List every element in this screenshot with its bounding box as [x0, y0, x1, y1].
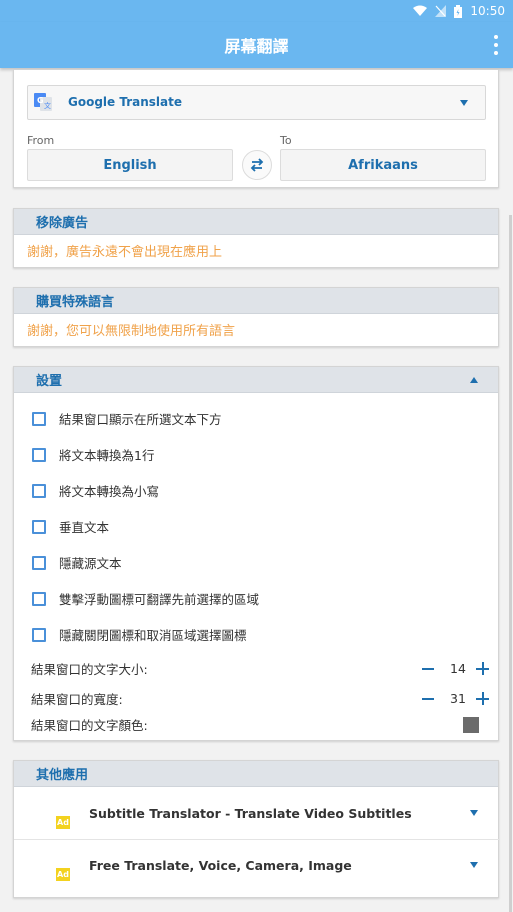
svg-text:G: G	[37, 96, 44, 105]
chevron-down-icon[interactable]	[470, 810, 478, 816]
from-label: From	[27, 134, 55, 147]
status-time: 10:50	[470, 4, 505, 18]
svg-text:文: 文	[44, 101, 51, 110]
remove-ads-title: 移除廣告	[36, 216, 89, 231]
remove-ads-card: 移除廣告 謝謝，廣告永遠不會出現在應用上	[13, 208, 499, 268]
other-apps-card: 其他應用 Ad Subtitle Translator - Translate …	[13, 760, 500, 898]
from-language-button[interactable]: English	[27, 149, 233, 181]
minus-icon[interactable]	[422, 667, 434, 670]
option-label: 將文本轉換為小寫	[59, 484, 160, 499]
settings-option[interactable]: 垂直文本	[32, 517, 109, 536]
to-label: To	[280, 134, 292, 147]
to-language-button[interactable]: Afrikaans	[280, 149, 486, 181]
ad-badge: Ad	[56, 816, 70, 829]
font-size-row: 結果窗口的文字大小: 14	[31, 659, 489, 678]
chevron-up-icon	[470, 377, 478, 383]
other-apps-title: 其他應用	[36, 768, 89, 783]
app-bar: 屏幕翻譯	[0, 22, 513, 68]
list-item[interactable]: Ad Free Translate, Voice, Camera, Image	[14, 840, 500, 892]
option-label: 隱藏源文本	[59, 556, 122, 571]
checkbox[interactable]	[32, 519, 46, 534]
minus-icon[interactable]	[422, 697, 434, 700]
checkbox[interactable]	[32, 411, 46, 426]
width-label: 結果窗口的寬度:	[31, 692, 123, 707]
translate-card: G 文 Google Translate From To English Afr…	[13, 70, 499, 188]
option-label: 隱藏關閉圖標和取消區域選擇圖標	[59, 628, 247, 643]
scrollbar[interactable]	[509, 215, 512, 912]
engine-label: Google Translate	[68, 95, 183, 109]
checkbox[interactable]	[32, 447, 46, 462]
swap-languages-button[interactable]	[242, 150, 272, 180]
checkbox[interactable]	[32, 483, 46, 498]
other-apps-header: 其他應用	[14, 761, 498, 787]
checkbox[interactable]	[32, 591, 46, 606]
width-stepper: 31	[422, 691, 489, 706]
battery-icon	[454, 4, 463, 18]
settings-option[interactable]: 結果窗口顯示在所選文本下方	[32, 409, 222, 428]
google-translate-icon: G 文	[34, 93, 52, 111]
buy-languages-header: 購買特殊語言	[14, 288, 498, 314]
checkbox[interactable]	[32, 555, 46, 570]
width-value: 31	[450, 691, 466, 706]
buy-languages-message: 謝謝，您可以無限制地使用所有語言	[27, 323, 236, 339]
text-color-row: 結果窗口的文字顏色:	[31, 715, 489, 734]
width-row: 結果窗口的寬度: 31	[31, 689, 489, 708]
swap-icon	[250, 158, 264, 172]
remove-ads-message: 謝謝，廣告永遠不會出現在應用上	[27, 244, 223, 260]
chevron-down-icon	[460, 100, 468, 106]
option-label: 結果窗口顯示在所選文本下方	[59, 412, 222, 427]
chevron-down-icon[interactable]	[470, 862, 478, 868]
settings-card: 設置 結果窗口顯示在所選文本下方 將文本轉換為1行 將文本轉換為小寫 垂直文本 …	[13, 366, 499, 741]
settings-option[interactable]: 雙擊浮動圖標可翻譯先前選擇的區域	[32, 589, 259, 608]
settings-title: 設置	[36, 374, 63, 389]
ad-badge: Ad	[56, 868, 70, 881]
app-item-title: Free Translate, Voice, Camera, Image	[89, 858, 352, 873]
buy-languages-card: 購買特殊語言 謝謝，您可以無限制地使用所有語言	[13, 287, 499, 347]
option-label: 將文本轉換為1行	[59, 448, 155, 463]
text-color-swatch[interactable]	[463, 716, 479, 733]
buy-languages-title: 購買特殊語言	[36, 295, 115, 310]
wifi-icon	[413, 5, 428, 16]
settings-option[interactable]: 隱藏關閉圖標和取消區域選擇圖標	[32, 625, 247, 644]
app-item-title: Subtitle Translator - Translate Video Su…	[89, 806, 412, 821]
list-item[interactable]: Ad Subtitle Translator - Translate Video…	[14, 788, 500, 840]
settings-header[interactable]: 設置	[14, 367, 498, 393]
font-size-stepper: 14	[422, 661, 489, 676]
plus-icon[interactable]	[476, 692, 489, 705]
plus-icon[interactable]	[476, 662, 489, 675]
text-color-label: 結果窗口的文字顏色:	[31, 718, 148, 733]
settings-option[interactable]: 隱藏源文本	[32, 553, 122, 572]
overflow-menu-icon[interactable]	[493, 35, 499, 55]
checkbox[interactable]	[32, 627, 46, 642]
settings-option[interactable]: 將文本轉換為小寫	[32, 481, 159, 500]
font-size-label: 結果窗口的文字大小:	[31, 662, 148, 677]
option-label: 雙擊浮動圖標可翻譯先前選擇的區域	[59, 592, 260, 607]
status-bar: 10:50	[0, 0, 513, 22]
to-language-label: Afrikaans	[348, 157, 418, 173]
remove-ads-header: 移除廣告	[14, 209, 498, 235]
from-language-label: English	[103, 157, 157, 173]
engine-dropdown[interactable]: G 文 Google Translate	[27, 85, 486, 120]
settings-option[interactable]: 將文本轉換為1行	[32, 445, 154, 464]
app-title: 屏幕翻譯	[224, 37, 289, 56]
font-size-value: 14	[450, 661, 466, 676]
signal-icon	[435, 5, 447, 17]
option-label: 垂直文本	[59, 520, 110, 535]
